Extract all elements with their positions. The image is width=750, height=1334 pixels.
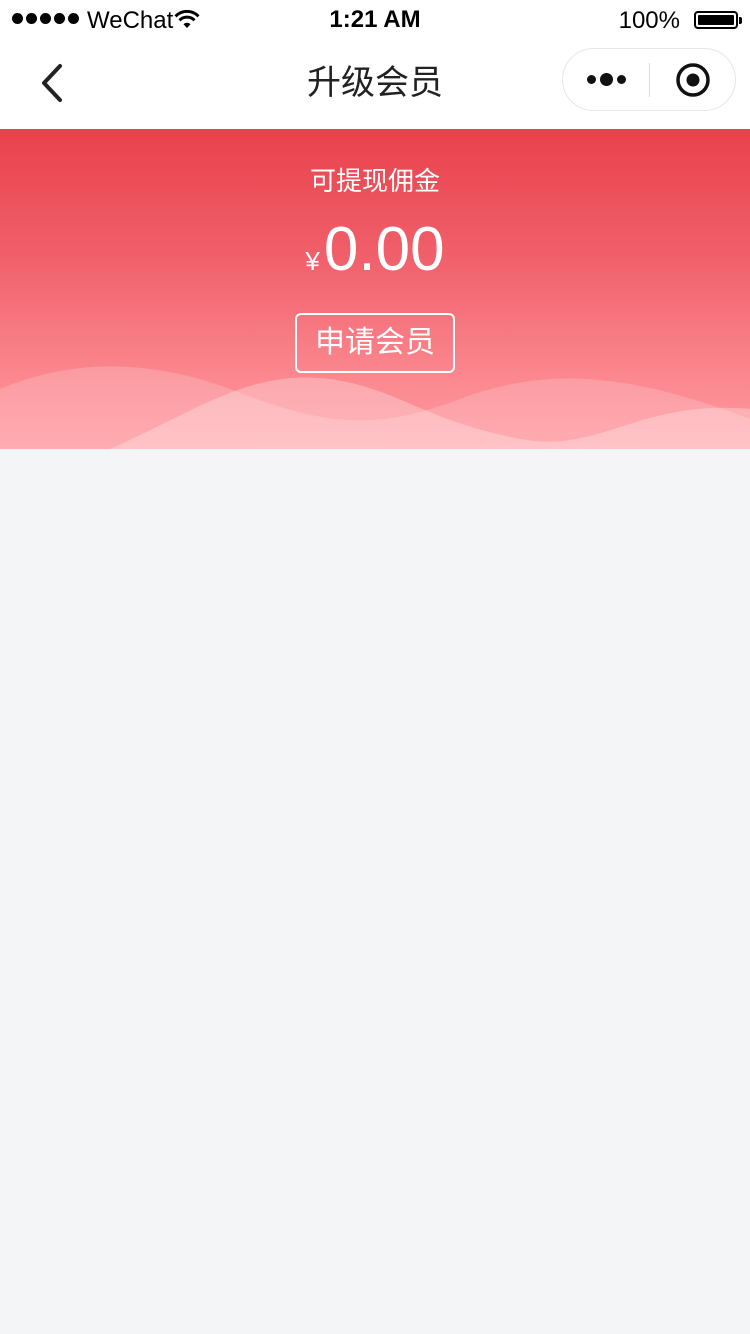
status-bar: WeChat 1:21 AM 100% <box>0 0 750 40</box>
close-button[interactable] <box>650 49 736 110</box>
more-dots-icon <box>586 75 596 84</box>
mini-program-capsule <box>562 48 736 111</box>
commission-amount: ¥ 0.00 <box>0 215 750 285</box>
battery-icon <box>694 11 742 29</box>
navigation-bar: 升级会员 <box>0 40 750 129</box>
amount-value: 0.00 <box>323 215 445 284</box>
more-button[interactable] <box>563 49 649 110</box>
apply-membership-button[interactable]: 申请会员 <box>295 313 455 373</box>
commission-header: 可提现佣金 ¥ 0.00 申请会员 <box>0 129 750 449</box>
content-area <box>0 449 750 1334</box>
target-close-icon <box>676 62 710 97</box>
commission-label: 可提现佣金 <box>309 166 440 196</box>
battery-percent: 100% <box>618 7 680 34</box>
currency-symbol: ¥ <box>305 246 320 276</box>
